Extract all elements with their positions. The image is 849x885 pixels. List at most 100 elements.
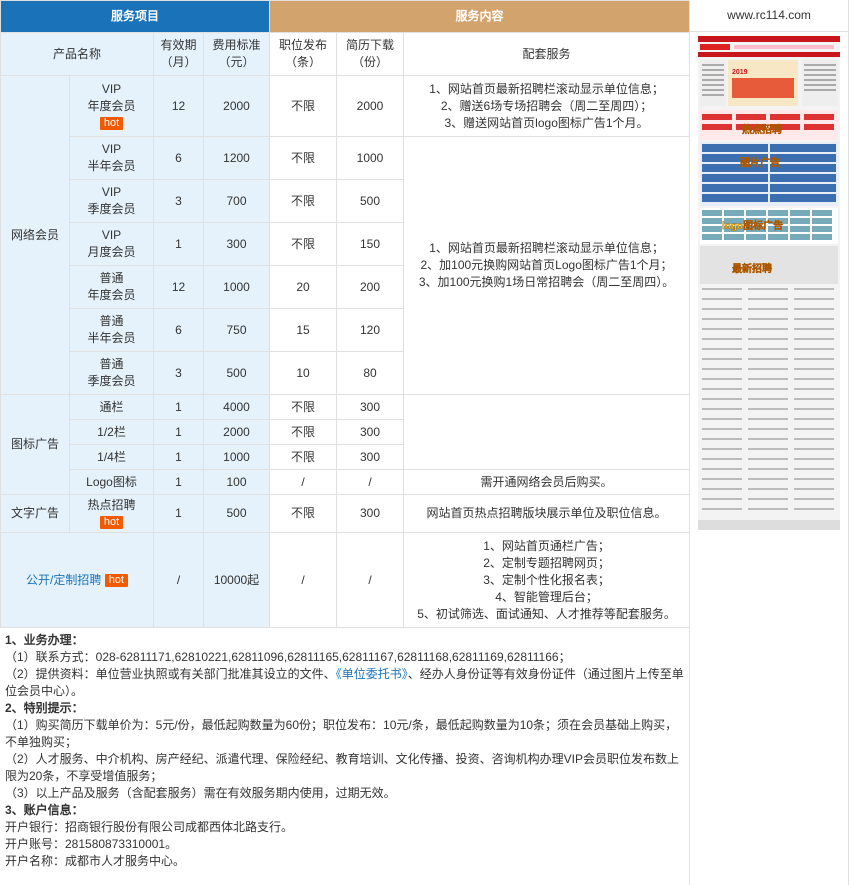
- notes-section: 1、业务办理： （1）联系方式：028-62811171,62810221,62…: [5, 632, 685, 870]
- product-name: VIP 半年会员: [69, 136, 154, 180]
- service-public: 1、网站首页通栏广告； 2、定制专题招聘网页； 3、定制个性化报名表； 4、智能管理后…: [403, 532, 691, 628]
- cell-resumes: 2000: [336, 75, 405, 137]
- cell-jobs: 不限: [269, 179, 338, 223]
- table-row: Logo图标 1 100 / / 需开通网络会员后购买。: [1, 469, 691, 495]
- label-hot-jobs: 热点招聘: [742, 123, 782, 136]
- notes-tip-1: （1）购买简历下载单价为：5元/份，最低起购数量为60份；职位发布：10元/条，…: [5, 718, 678, 749]
- cell-fee: 300: [202, 222, 271, 266]
- cell-fee: 500: [202, 351, 271, 395]
- product-name: 普通 半年会员: [69, 308, 154, 352]
- notes-tip-2: （2）人才服务、中介机构、房产经纪、派遣代理、保险经纪、教育培训、文化传播、投资…: [5, 752, 680, 783]
- cell-fee: 1200: [202, 136, 271, 180]
- public-recruit-link[interactable]: 公开/定制招聘: [26, 573, 101, 587]
- cell-resumes: /: [336, 469, 405, 495]
- col-resume: 简历下载 （份）: [336, 32, 405, 76]
- cell-resumes: 1000: [336, 136, 405, 180]
- group-network: 网络会员: [0, 75, 70, 395]
- cell-months: 3: [153, 179, 204, 223]
- hot-badge: hot: [99, 515, 124, 529]
- col-fee: 费用标准 （元）: [202, 32, 271, 76]
- cell-months: 3: [153, 351, 204, 395]
- cell-months: 1: [153, 222, 204, 266]
- service-logo: 需开通网络会员后购买。: [403, 469, 691, 495]
- cell-jobs: 不限: [269, 75, 338, 137]
- table-row: 图标广告 通栏 1 4000 不限 300: [0, 394, 691, 495]
- table-row: 网络会员 VIP 年度会员 hot 12 2000 不限 2000 1、网站首页最新…: [0, 75, 691, 395]
- cell-jobs: 不限: [269, 494, 338, 533]
- cell-resumes: 500: [336, 179, 405, 223]
- cell-fee: 2000: [202, 419, 271, 445]
- cell-fee: 100: [202, 469, 271, 495]
- cell-fee: 700: [202, 179, 271, 223]
- notes-contact: （1）联系方式：028-62811171,62810221,62811096,6…: [5, 650, 571, 664]
- hot-badge: hot: [104, 573, 128, 587]
- product-public[interactable]: 公开/定制招聘 hot: [0, 532, 154, 628]
- notes-bank: 开户银行：招商银行股份有限公司成都西体北路支行。: [5, 820, 294, 834]
- notes-heading-account: 3、账户信息：: [5, 803, 84, 817]
- service-empty: [403, 394, 691, 470]
- cell-resumes: 300: [336, 394, 405, 420]
- cell-months: /: [153, 532, 204, 628]
- notes-account-number: 开户账号：281580873310001。: [5, 837, 178, 851]
- cell-resumes: 200: [336, 265, 405, 309]
- site-preview-panel: www.rc114.com 2019 热点招聘 图片广告 logo图标广告 最新…: [689, 0, 849, 885]
- service-vip-year: 1、网站首页最新招聘栏滚动显示单位信息； 2、赠送6场专场招聘会（周二至周四）； 3…: [403, 75, 691, 137]
- cell-fee: 10000起: [202, 532, 271, 628]
- product-name: Logo图标: [69, 469, 154, 495]
- cell-months: 6: [153, 308, 204, 352]
- table-row: 公开/定制招聘 hot / 10000起 / / 1、网站首页通栏广告； 2、定制…: [0, 532, 691, 628]
- cell-jobs: 不限: [269, 444, 338, 470]
- group-text: 文字广告: [0, 494, 70, 533]
- notes-materials: （2）提供资料：单位营业执照或有关部门批准其设立的文件、《单位委托书》、经办人身…: [5, 667, 684, 698]
- cell-jobs: /: [269, 532, 338, 628]
- cell-months: 1: [153, 394, 204, 420]
- cell-jobs: 20: [269, 265, 338, 309]
- product-name: 热点招聘 hot: [69, 494, 154, 533]
- service-network-others: 1、网站首页最新招聘栏滚动显示单位信息； 2、加100元换购网站首页Logo图标广…: [403, 136, 691, 395]
- cell-resumes: 120: [336, 308, 405, 352]
- label-latest-jobs: 最新招聘: [732, 262, 772, 275]
- product-name: 普通 年度会员: [69, 265, 154, 309]
- cell-fee: 500: [202, 494, 271, 533]
- notes-heading-tips: 2、特别提示：: [5, 701, 84, 715]
- header-service-content: 服务内容: [269, 0, 691, 33]
- cell-months: 6: [153, 136, 204, 180]
- cell-months: 12: [153, 75, 204, 137]
- product-name: VIP 月度会员: [69, 222, 154, 266]
- label-logo-ads: logo图标广告: [722, 219, 783, 232]
- cell-fee: 1000: [202, 444, 271, 470]
- entrust-letter-link[interactable]: 《单位委托书》: [336, 667, 408, 681]
- cell-months: 1: [153, 469, 204, 495]
- cell-resumes: /: [336, 532, 405, 628]
- cell-jobs: /: [269, 469, 338, 495]
- table-row: 文字广告 热点招聘 hot 1 500 不限 300 网站首页热点招聘版块展示单位…: [0, 494, 691, 533]
- site-screenshot-image: 2019 热点招聘 图片广告 logo图标广告 最新招聘: [698, 36, 840, 530]
- header-service-items: 服务项目: [0, 0, 271, 33]
- banner-year: 2019: [732, 69, 748, 76]
- cell-resumes: 300: [336, 419, 405, 445]
- cell-resumes: 300: [336, 444, 405, 470]
- group-icon: 图标广告: [0, 394, 70, 495]
- product-name: VIP 年度会员 hot: [69, 75, 154, 137]
- cell-jobs: 不限: [269, 419, 338, 445]
- table-row: VIP 半年会员 6 1200 不限 1000 1、网站首页最新招聘栏滚动显示单位…: [1, 136, 691, 395]
- product-name: VIP 季度会员: [69, 179, 154, 223]
- cell-jobs: 15: [269, 308, 338, 352]
- col-jobs: 职位发布 （条）: [269, 32, 338, 76]
- cell-resumes: 300: [336, 494, 405, 533]
- cell-fee: 1000: [202, 265, 271, 309]
- col-product: 产品名称: [0, 32, 154, 76]
- cell-fee: 750: [202, 308, 271, 352]
- cell-jobs: 不限: [269, 222, 338, 266]
- cell-months: 12: [153, 265, 204, 309]
- notes-heading-business: 1、业务办理：: [5, 633, 84, 647]
- service-hot: 网站首页热点招聘版块展示单位及职位信息。: [403, 494, 691, 533]
- hot-badge: hot: [99, 116, 124, 130]
- notes-tip-3: （3）以上产品及服务（含配套服务）需在有效服务期内使用，过期无效。: [5, 786, 396, 800]
- label-image-ads: 图片广告: [740, 156, 780, 169]
- col-service: 配套服务: [403, 32, 691, 76]
- cell-resumes: 150: [336, 222, 405, 266]
- cell-fee: 4000: [202, 394, 271, 420]
- cell-jobs: 不限: [269, 394, 338, 420]
- cell-months: 1: [153, 419, 204, 445]
